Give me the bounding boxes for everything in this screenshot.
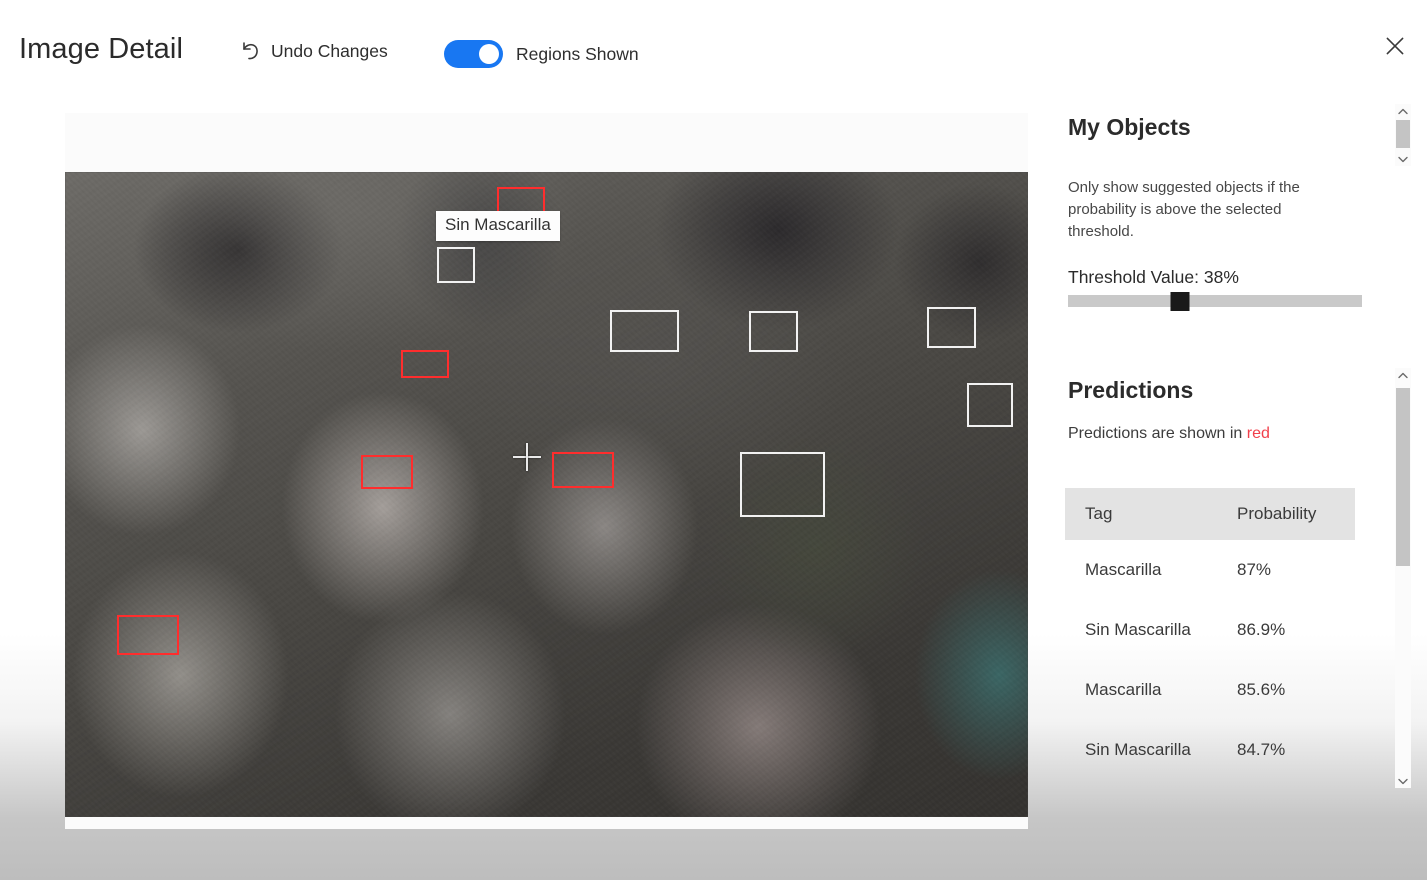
region-bounding-box[interactable] xyxy=(927,307,976,348)
prediction-tag: Sin Mascarilla xyxy=(1065,720,1237,780)
undo-changes-label: Undo Changes xyxy=(271,41,388,62)
prediction-tag: Sin Mascarilla xyxy=(1065,600,1237,660)
region-bounding-box[interactable] xyxy=(967,383,1013,427)
my-objects-heading: My Objects xyxy=(1068,114,1191,141)
predictions-heading: Predictions xyxy=(1068,377,1193,404)
my-objects-scrollbar[interactable] xyxy=(1395,104,1411,166)
details-side-panel: My Objects Only show suggested objects i… xyxy=(1050,96,1427,826)
chevron-down-icon[interactable] xyxy=(1395,774,1411,788)
regions-shown-group: Regions Shown xyxy=(444,40,639,68)
table-row[interactable]: Mascarilla85.6% xyxy=(1065,660,1355,720)
region-bounding-box[interactable] xyxy=(749,311,798,352)
image-detail-dialog: Image Detail Undo Changes Regions Shown xyxy=(0,0,1427,880)
close-button[interactable] xyxy=(1371,22,1419,70)
annotated-image-canvas[interactable]: Sin Mascarilla xyxy=(65,172,1028,817)
undo-changes-button[interactable]: Undo Changes xyxy=(240,40,388,62)
close-x-icon xyxy=(1382,33,1408,59)
prediction-bounding-box[interactable] xyxy=(401,350,449,378)
table-row[interactable]: Sin Mascarilla86.9% xyxy=(1065,600,1355,660)
prediction-bounding-box[interactable] xyxy=(552,452,614,488)
threshold-value-label: Threshold Value: 38% xyxy=(1068,267,1239,288)
column-header-tag[interactable]: Tag xyxy=(1065,488,1237,540)
page-title: Image Detail xyxy=(19,33,183,66)
regions-shown-label: Regions Shown xyxy=(516,44,639,65)
chevron-down-icon[interactable] xyxy=(1395,152,1411,166)
prediction-tag: Mascarilla xyxy=(1065,540,1237,600)
prediction-tag: Mascarilla xyxy=(1065,660,1237,720)
chevron-up-icon[interactable] xyxy=(1395,104,1411,118)
scrollbar-thumb[interactable] xyxy=(1396,120,1410,148)
predictions-note-highlight: red xyxy=(1247,425,1270,442)
table-header-row: Tag Probability xyxy=(1065,488,1355,540)
prediction-bounding-box[interactable] xyxy=(117,615,179,655)
column-header-probability[interactable]: Probability xyxy=(1237,488,1355,540)
threshold-slider[interactable] xyxy=(1068,295,1362,307)
predictions-note: Predictions are shown in red xyxy=(1068,425,1270,443)
table-row[interactable]: Sin Mascarilla84.7% xyxy=(1065,720,1355,780)
prediction-probability: 86.9% xyxy=(1237,600,1355,660)
image-stage: Sin Mascarilla xyxy=(65,113,1028,829)
predictions-scrollbar[interactable] xyxy=(1395,368,1411,788)
toggle-knob xyxy=(479,44,499,64)
chevron-up-icon[interactable] xyxy=(1395,368,1411,382)
threshold-description: Only show suggested objects if the proba… xyxy=(1068,177,1351,243)
region-bounding-box[interactable] xyxy=(740,452,825,517)
predictions-note-prefix: Predictions are shown in xyxy=(1068,425,1247,442)
region-bounding-box[interactable] xyxy=(610,310,679,352)
photo-grain-overlay xyxy=(65,172,1028,817)
threshold-slider-thumb[interactable] xyxy=(1170,292,1189,311)
region-tag-label: Sin Mascarilla xyxy=(436,211,560,241)
prediction-probability: 85.6% xyxy=(1237,660,1355,720)
region-bounding-box[interactable] xyxy=(437,247,475,283)
prediction-probability: 87% xyxy=(1237,540,1355,600)
predictions-table: Tag Probability Mascarilla87%Sin Mascari… xyxy=(1065,488,1355,780)
table-row[interactable]: Mascarilla87% xyxy=(1065,540,1355,600)
regions-shown-toggle[interactable] xyxy=(444,40,503,68)
scrollbar-thumb[interactable] xyxy=(1396,388,1410,566)
dialog-header: Image Detail Undo Changes Regions Shown xyxy=(0,0,1427,96)
prediction-bounding-box[interactable] xyxy=(361,455,413,489)
prediction-probability: 84.7% xyxy=(1237,720,1355,780)
undo-arrow-icon xyxy=(240,40,260,62)
